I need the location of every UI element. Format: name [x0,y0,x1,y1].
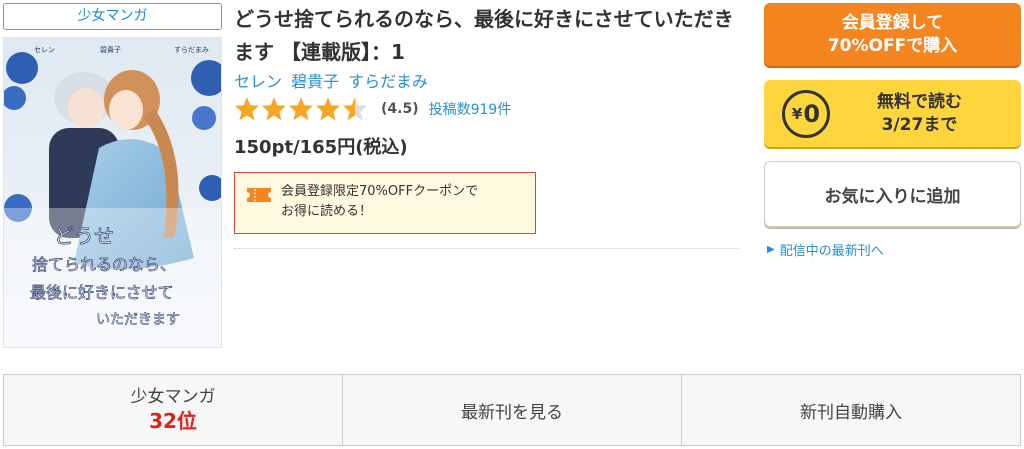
divider [234,248,740,249]
coupon-line-1: 会員登録限定70%OFFクーポンで [281,184,479,199]
author-link[interactable]: セレン [234,72,282,91]
register-line-1: 会員登録して [841,12,944,33]
cover-title-line-4: いただきます [96,312,180,328]
author-link[interactable]: すらだまみ [348,72,428,91]
rating-row: (4.5) 投稿数919件 [234,95,511,123]
register-buy-button[interactable]: 会員登録して 70%OFFで購入 [764,3,1021,66]
coupon-notice: 会員登録限定70%OFFクーポンで お得に読める！ [234,172,536,234]
latest-volume-link[interactable]: ▶ 配信中の最新刊へ [767,240,884,259]
rating-value: (4.5) [381,101,419,117]
latest-link-label: 配信中の最新刊へ [779,244,884,259]
star-icon [289,97,313,121]
review-count-link[interactable]: 投稿数919件 [429,99,512,119]
free-line-2: 3/27まで [881,114,958,135]
add-favorite-button[interactable]: お気に入りに追加 [764,161,1021,227]
star-icon [343,97,367,121]
triangle-right-icon: ▶ [767,244,775,255]
book-cover-image[interactable]: どうせ 捨てられるのなら、 最後に好きにさせて いただきます セレン 碧貴子 す… [3,37,222,348]
yen-symbol: ¥ [791,104,803,123]
star-icon [262,97,286,121]
coupon-line-2: お得に読める！ [281,204,373,219]
yen-zero-icon: ¥ 0 [782,89,830,138]
cover-credit-3: すらだまみ [174,46,209,54]
cover-credit-2: 碧貴子 [100,45,121,54]
register-line-2: 70%OFFで購入 [827,35,958,56]
star-icon [235,97,259,121]
cover-title-line-1: どうせ [54,224,114,248]
cover-title-line-3: 最後に好きにさせて [30,283,174,302]
ticket-icon [247,188,271,202]
free-line-1: 無料で読む [877,91,962,112]
view-latest-button[interactable]: 最新刊を見る [343,375,682,445]
zero-digit: 0 [803,99,821,128]
author-link[interactable]: 碧貴子 [291,72,339,91]
read-free-button[interactable]: ¥ 0 無料で読む 3/27まで [764,80,1021,147]
ranking-value: 32位 [149,409,197,433]
book-title: どうせ捨てられるのなら、最後に好きにさせていただきます 【連載版】：1 [234,7,734,64]
ranking-cell[interactable]: 少女マンガ 32位 [4,375,343,445]
ranking-label: 少女マンガ [130,387,216,407]
star-rating [234,96,369,122]
auto-buy-button[interactable]: 新刊自動購入 [682,375,1020,445]
cover-credit-1: セレン [34,46,55,54]
price: 150pt/165円(税込) [234,137,408,158]
genre-tag[interactable]: 少女マンガ [3,3,222,30]
author-list: セレン 碧貴子 すらだまみ [234,68,432,92]
cover-title-line-2: 捨てられるのなら、 [32,255,176,274]
star-icon [316,97,340,121]
bottom-action-bar: 少女マンガ 32位 最新刊を見る 新刊自動購入 [3,374,1021,446]
